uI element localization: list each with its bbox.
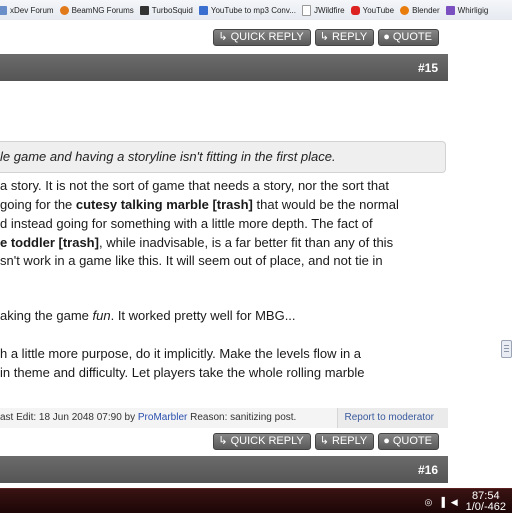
post-header-15: #15	[0, 54, 448, 81]
body-text: , while inadvisable, is a far better fit…	[98, 235, 394, 250]
bookmark-label: BeamNG Forums	[71, 5, 134, 15]
reply-arrow-icon: ↳	[319, 31, 329, 43]
quick-reply-button[interactable]: ↳ QUICK REPLY	[213, 29, 311, 46]
turbosquid-icon	[139, 5, 149, 15]
body-text: going for the	[0, 197, 76, 212]
post-body-line: going for the cutesy talking marble [tra…	[0, 197, 399, 212]
bookmark-beamng-forums[interactable]: BeamNG Forums	[59, 5, 134, 15]
bold-text: cutesy talking marble [trash]	[75, 197, 253, 212]
bookmark-label: TurboSquid	[151, 5, 193, 15]
clock-date: 1/0/-462	[465, 501, 506, 513]
taskbar: ◎ ▐ ◀ 87:54 1/0/-462	[0, 488, 512, 513]
forum-icon	[0, 5, 7, 15]
quote-label: QUOTE	[392, 435, 432, 447]
italic-text: fun	[92, 308, 111, 323]
bookmark-label: xDev Forum	[10, 5, 54, 15]
bookmark-xdev-forum[interactable]: xDev Forum	[0, 5, 54, 15]
quote-button[interactable]: ● QUOTE	[378, 29, 439, 46]
report-to-moderator-link[interactable]: Report to moderator	[336, 408, 448, 428]
reply-arrow-icon: ↳	[218, 435, 228, 447]
volume-icon[interactable]: ◀	[451, 497, 458, 508]
post-body-line: e toddler [trash], while inadvisable, is…	[0, 235, 393, 250]
edit-prefix: ast Edit: 18 Jun 2048 07:90 by	[0, 412, 138, 423]
last-edit-note: ast Edit: 18 Jun 2048 07:90 by ProMarble…	[0, 408, 296, 428]
body-text: aking the game	[0, 308, 93, 323]
edit-reason: Reason: sanitizing post.	[187, 412, 297, 423]
scrollbar-thumb[interactable]	[501, 340, 512, 358]
bookmark-whirligig[interactable]: Whirligig	[445, 5, 489, 15]
post-header-16: #16	[0, 456, 448, 483]
reply-arrow-icon: ↳	[319, 435, 329, 447]
bold-text: e toddler [trash]	[0, 235, 99, 250]
bookmark-label: YouTube to mp3 Conv...	[210, 5, 296, 15]
post-body-line: in theme and difficulty. Let players tak…	[0, 365, 365, 380]
post-number[interactable]: #15	[418, 61, 438, 75]
quote-label: QUOTE	[392, 31, 432, 43]
edit-note-bar: ast Edit: 18 Jun 2048 07:90 by ProMarble…	[0, 408, 448, 428]
post-body-line: a story. It is not the sort of game that…	[0, 178, 389, 193]
post-number[interactable]: #16	[418, 463, 438, 477]
reply-label: REPLY	[331, 435, 368, 447]
signal-icon[interactable]: ▐	[438, 497, 444, 507]
sync-icon[interactable]: ◎	[424, 497, 432, 508]
post-body-line: h a little more purpose, do it implicitl…	[0, 346, 362, 361]
youtube-icon	[350, 5, 360, 15]
body-text: that would be the normal	[252, 197, 399, 212]
quote-bubble-icon: ●	[383, 31, 390, 43]
quote-text: le game and having a storyline isn't fit…	[0, 149, 336, 164]
whirligig-icon	[445, 5, 455, 15]
reply-button[interactable]: ↳ REPLY	[314, 433, 375, 450]
bookmark-blender[interactable]: Blender	[400, 5, 440, 15]
quick-reply-label: QUICK REPLY	[230, 435, 304, 447]
bookmark-jwildfire[interactable]: JWildfire	[301, 4, 345, 16]
converter-icon	[198, 5, 208, 15]
reply-arrow-icon: ↳	[218, 31, 228, 43]
clock[interactable]: 87:54 1/0/-462	[466, 491, 506, 513]
post-body-line: d instead going for something with a lit…	[0, 216, 373, 231]
bookmark-youtube[interactable]: YouTube	[350, 5, 395, 15]
forum-page: ↳ QUICK REPLY ↳ REPLY ● QUOTE #15 le gam…	[0, 20, 448, 488]
edit-user-link[interactable]: ProMarbler	[138, 412, 187, 423]
post-actions-top: ↳ QUICK REPLY ↳ REPLY ● QUOTE	[0, 26, 448, 46]
post-body-line: aking the game fun. It worked pretty wel…	[0, 308, 296, 323]
body-text: . It worked pretty well for MBG...	[110, 308, 296, 323]
reply-label: REPLY	[331, 31, 368, 43]
post-actions-bottom: ↳ QUICK REPLY ↳ REPLY ● QUOTE	[0, 430, 448, 450]
page-icon	[301, 4, 311, 16]
page-gutter	[448, 20, 512, 488]
bookmark-label: YouTube	[362, 5, 395, 15]
bookmark-label: Whirligig	[457, 5, 489, 15]
bookmark-label: JWildfire	[313, 5, 345, 15]
bookmark-youtube-mp3[interactable]: YouTube to mp3 Conv...	[198, 5, 296, 15]
quick-reply-label: QUICK REPLY	[230, 31, 304, 43]
post-body-line: sn't work in a game like this. It will s…	[0, 253, 383, 268]
quote-block: le game and having a storyline isn't fit…	[0, 141, 446, 173]
quote-bubble-icon: ●	[383, 435, 390, 447]
beamng-icon	[59, 5, 69, 15]
bookmarks-bar: xDev Forum BeamNG Forums TurboSquid YouT…	[0, 0, 512, 21]
bookmark-turbosquid[interactable]: TurboSquid	[139, 5, 193, 15]
system-tray: ◎ ▐ ◀ 87:54 1/0/-462	[418, 491, 506, 513]
quote-button[interactable]: ● QUOTE	[378, 433, 439, 450]
reply-button[interactable]: ↳ REPLY	[314, 29, 375, 46]
blender-icon	[400, 5, 410, 15]
bookmark-label: Blender	[412, 5, 440, 15]
quick-reply-button[interactable]: ↳ QUICK REPLY	[213, 433, 311, 450]
